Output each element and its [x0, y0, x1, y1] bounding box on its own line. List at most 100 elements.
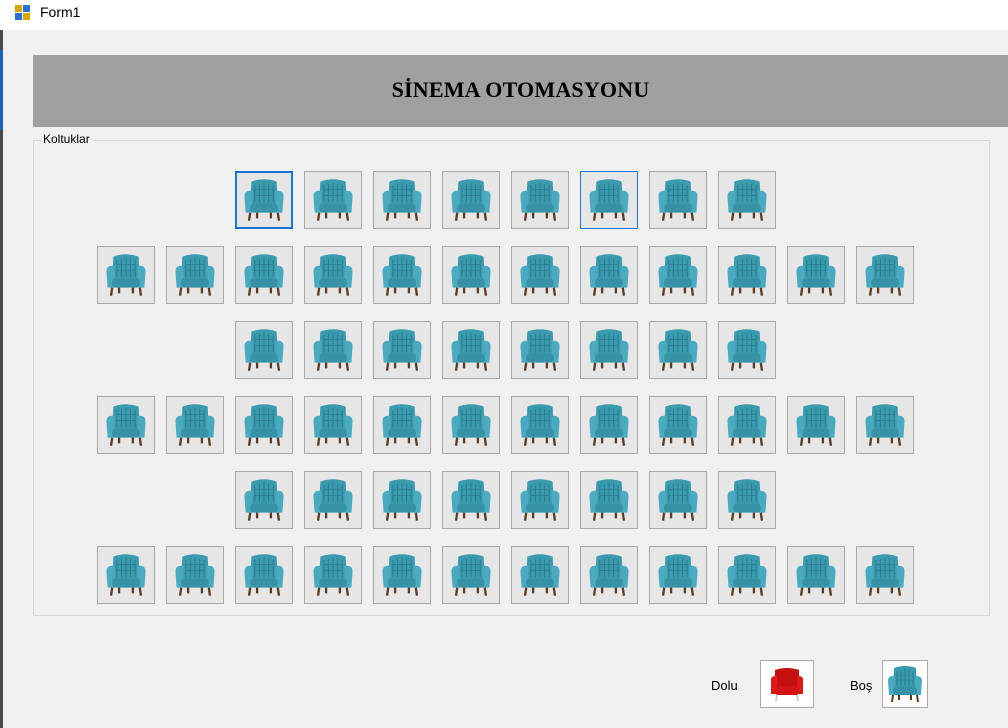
teal-armchair-icon	[243, 553, 285, 597]
seat-button[interactable]	[235, 546, 293, 604]
seat-button[interactable]	[166, 546, 224, 604]
teal-armchair-icon	[450, 178, 492, 222]
teal-armchair-icon	[887, 665, 923, 703]
teal-armchair-icon	[450, 328, 492, 372]
seat-button[interactable]	[442, 246, 500, 304]
teal-armchair-icon	[588, 253, 630, 297]
seat-button[interactable]	[580, 396, 638, 454]
seat-button[interactable]	[718, 471, 776, 529]
teal-armchair-icon	[726, 253, 768, 297]
teal-armchair-icon	[588, 328, 630, 372]
seat-button[interactable]	[649, 171, 707, 229]
seat-button[interactable]	[373, 471, 431, 529]
seat-button[interactable]	[511, 246, 569, 304]
seat-button[interactable]	[442, 321, 500, 379]
seat-button[interactable]	[235, 471, 293, 529]
seat-button[interactable]	[304, 321, 362, 379]
teal-armchair-icon	[726, 178, 768, 222]
teal-armchair-icon	[864, 253, 906, 297]
seat-button[interactable]	[304, 396, 362, 454]
seat-button[interactable]	[580, 246, 638, 304]
seat-button[interactable]	[856, 246, 914, 304]
seat-button[interactable]	[304, 546, 362, 604]
seat-button[interactable]	[304, 171, 362, 229]
teal-armchair-icon	[105, 403, 147, 447]
seat-button[interactable]	[373, 171, 431, 229]
seat-button[interactable]	[373, 396, 431, 454]
seat-button[interactable]	[511, 171, 569, 229]
seat-button[interactable]	[511, 321, 569, 379]
legend-empty-swatch	[882, 660, 928, 708]
teal-armchair-icon	[312, 328, 354, 372]
seat-button[interactable]	[511, 546, 569, 604]
header-banner: SİNEMA OTOMASYONU	[33, 55, 1008, 127]
teal-armchair-icon	[726, 328, 768, 372]
seat-button[interactable]	[649, 396, 707, 454]
teal-armchair-icon	[519, 253, 561, 297]
seat-button[interactable]	[373, 246, 431, 304]
teal-armchair-icon	[657, 328, 699, 372]
teal-armchair-icon	[726, 553, 768, 597]
seat-button[interactable]	[166, 396, 224, 454]
seat-button[interactable]	[649, 246, 707, 304]
seat-button[interactable]	[235, 321, 293, 379]
teal-armchair-icon	[519, 403, 561, 447]
seat-button[interactable]	[787, 546, 845, 604]
window-titlebar[interactable]: Form1	[0, 0, 1008, 30]
seat-button[interactable]	[718, 246, 776, 304]
seat-button[interactable]	[166, 246, 224, 304]
teal-armchair-icon	[243, 328, 285, 372]
seat-button[interactable]	[442, 546, 500, 604]
seat-button[interactable]	[787, 396, 845, 454]
teal-armchair-icon	[795, 553, 837, 597]
seat-button[interactable]	[649, 471, 707, 529]
seat-button[interactable]	[787, 246, 845, 304]
seat-button[interactable]	[373, 321, 431, 379]
seat-button[interactable]	[718, 171, 776, 229]
seat-button[interactable]	[580, 546, 638, 604]
seat-button[interactable]	[580, 171, 638, 229]
seat-button[interactable]	[304, 246, 362, 304]
seat-button[interactable]	[511, 396, 569, 454]
teal-armchair-icon	[657, 403, 699, 447]
seat-button[interactable]	[235, 246, 293, 304]
seat-button[interactable]	[580, 471, 638, 529]
seat-button[interactable]	[580, 321, 638, 379]
teal-armchair-icon	[795, 253, 837, 297]
seat-button[interactable]	[856, 546, 914, 604]
teal-armchair-icon	[450, 478, 492, 522]
background-window-edge	[0, 30, 3, 728]
teal-armchair-icon	[381, 328, 423, 372]
seat-button[interactable]	[718, 396, 776, 454]
teal-armchair-icon	[864, 403, 906, 447]
seat-button[interactable]	[97, 396, 155, 454]
teal-armchair-icon	[657, 178, 699, 222]
seat-button[interactable]	[304, 471, 362, 529]
seat-button[interactable]	[97, 246, 155, 304]
app-form-icon	[15, 5, 31, 21]
seat-button[interactable]	[442, 171, 500, 229]
seat-button[interactable]	[235, 396, 293, 454]
teal-armchair-icon	[795, 403, 837, 447]
seat-button[interactable]	[97, 546, 155, 604]
teal-armchair-icon	[519, 553, 561, 597]
seat-button[interactable]	[649, 546, 707, 604]
seat-button[interactable]	[442, 396, 500, 454]
seat-button[interactable]	[718, 321, 776, 379]
seat-button[interactable]	[235, 171, 293, 229]
seat-button[interactable]	[442, 471, 500, 529]
teal-armchair-icon	[312, 403, 354, 447]
seat-button[interactable]	[511, 471, 569, 529]
seat-button[interactable]	[718, 546, 776, 604]
seat-button[interactable]	[856, 396, 914, 454]
teal-armchair-icon	[243, 253, 285, 297]
teal-armchair-icon	[174, 403, 216, 447]
teal-armchair-icon	[588, 553, 630, 597]
teal-armchair-icon	[657, 553, 699, 597]
teal-armchair-icon	[588, 178, 630, 222]
seat-button[interactable]	[649, 321, 707, 379]
page-title: SİNEMA OTOMASYONU	[391, 77, 650, 102]
teal-armchair-icon	[519, 328, 561, 372]
teal-armchair-icon	[588, 403, 630, 447]
seat-button[interactable]	[373, 546, 431, 604]
